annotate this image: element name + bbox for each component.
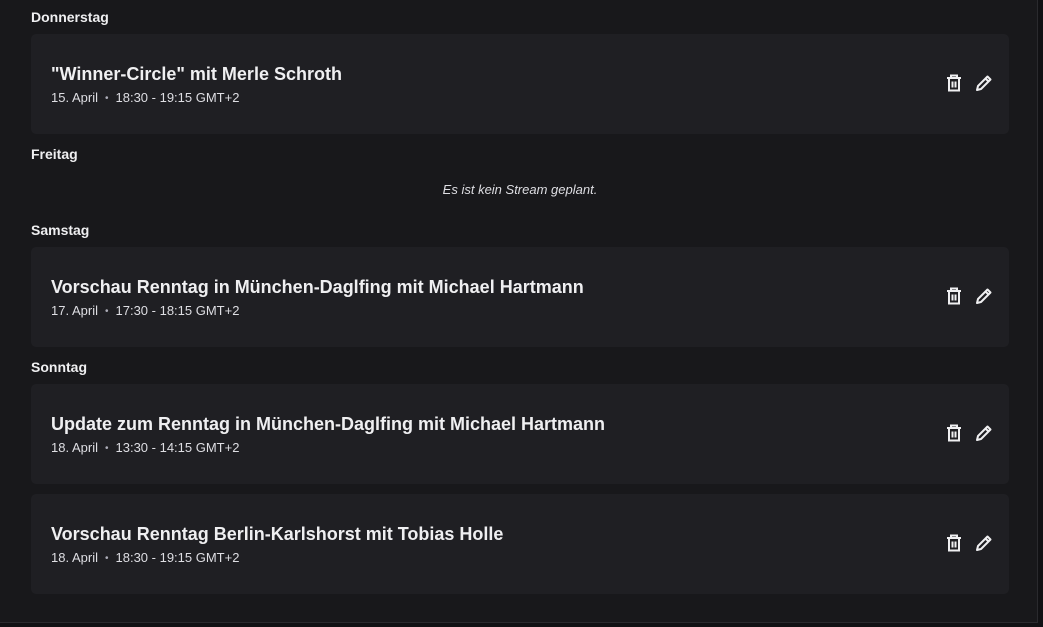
day-heading-samstag: Samstag (31, 222, 90, 238)
stream-meta: 15. April • 18:30 - 19:15 GMT+2 (51, 90, 239, 107)
delete-button[interactable] (943, 422, 965, 444)
stream-title: Vorschau Renntag Berlin-Karlshorst mit T… (51, 524, 504, 544)
separator-dot: • (104, 93, 109, 104)
pencil-icon (976, 288, 992, 304)
pencil-icon (976, 75, 992, 91)
pencil-icon (976, 425, 992, 441)
stream-time: 18:30 - 19:15 GMT+2 (115, 550, 240, 565)
delete-button[interactable] (943, 72, 965, 94)
separator-dot: • (104, 306, 109, 317)
stream-meta: 18. April • 13:30 - 14:15 GMT+2 (51, 440, 239, 457)
day-heading-freitag: Freitag (31, 146, 78, 162)
stream-card: Vorschau Renntag Berlin-Karlshorst mit T… (31, 494, 1009, 594)
stream-time: 18:30 - 19:15 GMT+2 (115, 90, 240, 105)
delete-button[interactable] (943, 285, 965, 307)
trash-icon (947, 287, 961, 305)
stream-meta: 17. April • 17:30 - 18:15 GMT+2 (51, 303, 239, 320)
edit-button[interactable] (973, 72, 995, 94)
stream-card: "Winner-Circle" mit Merle Schroth 15. Ap… (31, 34, 1009, 134)
trash-icon (947, 534, 961, 552)
stream-time: 13:30 - 14:15 GMT+2 (115, 440, 240, 455)
pencil-icon (976, 535, 992, 551)
stream-date: 18. April (51, 550, 98, 565)
stream-title: "Winner-Circle" mit Merle Schroth (51, 64, 342, 84)
schedule-panel: Donnerstag "Winner-Circle" mit Merle Sch… (0, 0, 1038, 623)
delete-button[interactable] (943, 532, 965, 554)
edit-button[interactable] (973, 285, 995, 307)
trash-icon (947, 74, 961, 92)
stream-title: Update zum Renntag in München-Daglfing m… (51, 414, 606, 434)
day-heading-donnerstag: Donnerstag (31, 9, 109, 25)
stream-meta: 18. April • 18:30 - 19:15 GMT+2 (51, 550, 239, 567)
stream-title: Vorschau Renntag in München-Daglfing mit… (51, 277, 584, 297)
stream-date: 17. April (51, 303, 98, 318)
day-heading-sonntag: Sonntag (31, 359, 87, 375)
stream-date: 18. April (51, 440, 98, 455)
no-stream-note: Es ist kein Stream geplant. (442, 182, 598, 197)
stream-card: Vorschau Renntag in München-Daglfing mit… (31, 247, 1009, 347)
separator-dot: • (104, 443, 109, 454)
separator-dot: • (104, 553, 109, 564)
edit-button[interactable] (973, 532, 995, 554)
stream-card: Update zum Renntag in München-Daglfing m… (31, 384, 1009, 484)
trash-icon (947, 424, 961, 442)
stream-time: 17:30 - 18:15 GMT+2 (115, 303, 240, 318)
edit-button[interactable] (973, 422, 995, 444)
stream-date: 15. April (51, 90, 98, 105)
